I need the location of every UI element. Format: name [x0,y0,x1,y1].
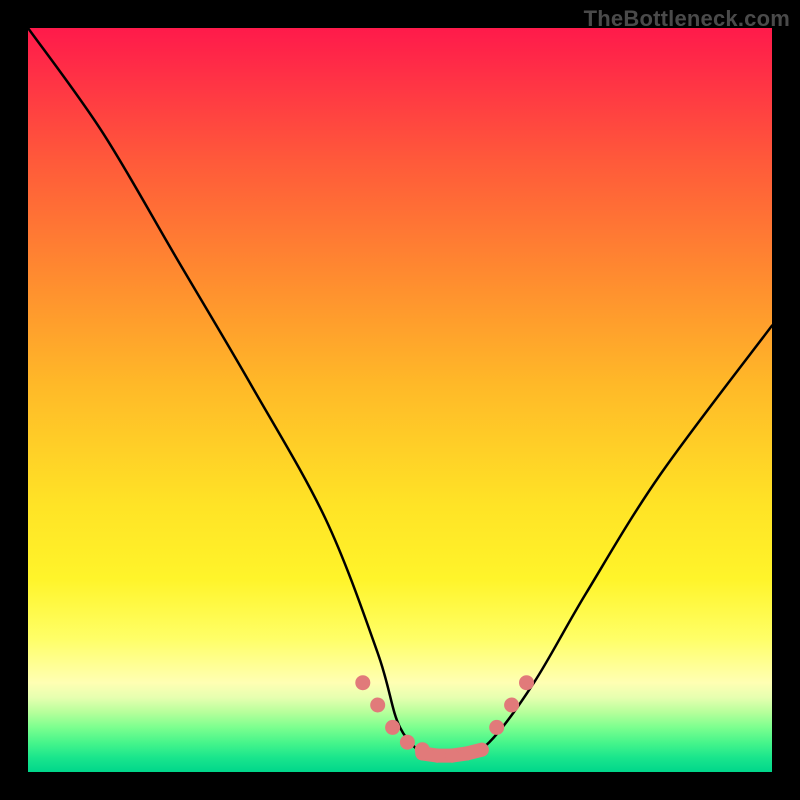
bottleneck-curve [28,28,772,760]
plot-area [28,28,772,772]
curve-beads [355,675,534,762]
bead-icon [445,749,459,763]
bead-icon [475,743,489,757]
bead-icon [430,749,444,763]
bead-icon [460,746,474,760]
bead-icon [370,698,385,713]
attribution-text: TheBottleneck.com [584,6,790,32]
bead-icon [519,675,534,690]
chart-frame: TheBottleneck.com [0,0,800,800]
bead-icon [385,720,400,735]
bead-icon [489,720,504,735]
bead-icon [355,675,370,690]
bead-icon [415,746,429,760]
bead-icon [504,698,519,713]
curve-layer [28,28,772,772]
bead-icon [400,735,415,750]
